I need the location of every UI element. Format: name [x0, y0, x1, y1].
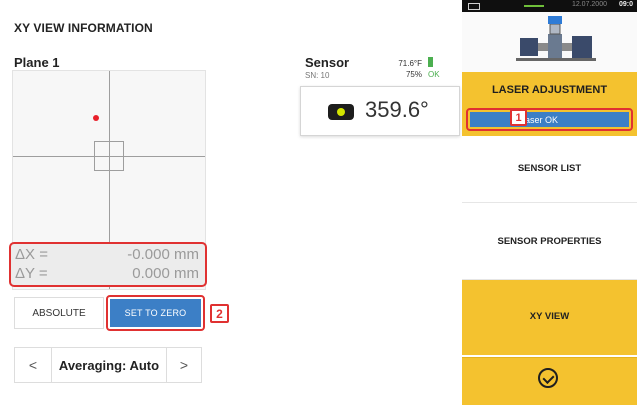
set-to-zero-highlight: SET TO ZERO	[106, 295, 205, 331]
status-date: 12.07.2000	[571, 1, 607, 8]
page-title: XY VIEW INFORMATION	[14, 21, 153, 35]
delta-readout: ΔX = -0.000 mm ΔY = 0.000 mm	[9, 242, 207, 287]
sensor-properties-item[interactable]: SENSOR PROPERTIES	[462, 203, 637, 280]
delta-x-row: ΔX = -0.000 mm	[11, 246, 205, 266]
angle-value: 359.6°	[365, 97, 429, 122]
status-bar: 12.07.2000 09:0	[462, 0, 637, 12]
laser-adjustment-label: LASER ADJUSTMENT	[491, 84, 608, 96]
delta-y-value: 0.000 mm	[132, 265, 199, 282]
sensor-battery: 75%	[405, 70, 422, 79]
laser-ok-status: Laser OK	[470, 112, 629, 127]
xy-view-label: XY VIEW	[529, 311, 570, 322]
target-square	[94, 141, 124, 171]
averaging-selector: < Averaging: Auto >	[14, 347, 202, 383]
sensor-properties-label: SENSOR PROPERTIES	[497, 236, 602, 247]
laser-point-marker	[93, 115, 99, 121]
sensor-serial: SN: 10	[305, 71, 330, 80]
machine-illustration	[462, 12, 637, 73]
laser-ok-highlight: Laser OK	[466, 108, 633, 131]
set-to-zero-button[interactable]: SET TO ZERO	[110, 299, 201, 327]
sensor-ok-status: OK	[428, 70, 440, 79]
status-time: 09:0	[618, 1, 633, 8]
sensor-title: Sensor	[305, 55, 350, 70]
check-circle-icon	[538, 368, 558, 388]
confirm-button[interactable]	[462, 357, 637, 405]
averaging-label: Averaging: Auto	[58, 357, 160, 373]
delta-x-value: -0.000 mm	[127, 246, 199, 263]
sensor-list-label: SENSOR LIST	[517, 163, 582, 174]
delta-y-label: ΔY =	[15, 265, 48, 282]
callout-1: 1	[510, 109, 527, 126]
xy-view-item[interactable]: XY VIEW	[462, 280, 637, 355]
machine-graphic	[516, 16, 596, 61]
status-battery-icon	[468, 3, 480, 10]
averaging-next-button[interactable]: >	[166, 348, 201, 382]
callout-2: 2	[210, 304, 229, 323]
angle-readout: 359.6°	[300, 86, 460, 136]
averaging-prev-button[interactable]: <	[15, 348, 52, 382]
battery-icon	[428, 57, 433, 67]
status-signal-icon	[524, 5, 544, 7]
sensor-list-item[interactable]: SENSOR LIST	[462, 136, 637, 203]
sensor-temperature: 71.6°F	[398, 59, 422, 68]
sensor-icon	[328, 104, 354, 120]
delta-y-row: ΔY = 0.000 mm	[11, 265, 205, 285]
absolute-button[interactable]: ABSOLUTE	[14, 297, 104, 329]
delta-x-label: ΔX =	[15, 246, 48, 263]
plane-label: Plane 1	[14, 55, 60, 70]
